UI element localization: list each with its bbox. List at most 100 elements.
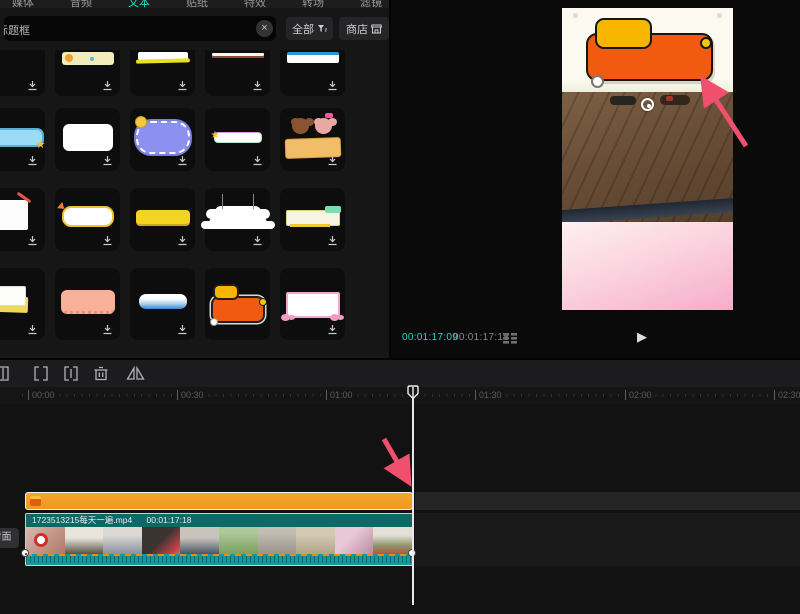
- cover-button[interactable]: 封面: [0, 528, 19, 548]
- search-clear-icon[interactable]: ×: [256, 20, 273, 37]
- search-input[interactable]: 标题框: [4, 16, 276, 41]
- trim-left-icon[interactable]: [32, 366, 50, 381]
- template-cell[interactable]: [205, 188, 270, 251]
- template-cell[interactable]: [205, 50, 270, 96]
- template-cell[interactable]: [280, 268, 345, 340]
- tab-filter[interactable]: 滤镜: [360, 0, 382, 8]
- download-icon[interactable]: [327, 235, 338, 246]
- tab-sticker[interactable]: 贴纸: [186, 0, 208, 8]
- download-icon[interactable]: [177, 235, 188, 246]
- trim-right-icon[interactable]: [62, 366, 80, 381]
- template-cell[interactable]: ★: [0, 108, 45, 171]
- template-cell[interactable]: [280, 108, 345, 171]
- tab-media[interactable]: 媒体: [12, 0, 34, 8]
- video-frame-ground-area: [562, 92, 733, 230]
- download-icon[interactable]: [252, 235, 263, 246]
- template-thumbnail: ★: [214, 132, 262, 143]
- filter-all-label: 全部: [292, 21, 314, 37]
- tab-effects[interactable]: 特效: [244, 0, 266, 8]
- template-cell[interactable]: [0, 268, 45, 340]
- timeline-area[interactable]: 1723513215每天一遍.mp4 00:01:17:18 封面: [0, 404, 800, 614]
- sticker-overlay-tab[interactable]: [595, 18, 652, 49]
- timecode-bar: 00:01:17:09 00:01:17:18 ▶: [391, 322, 800, 354]
- download-icon[interactable]: [252, 80, 263, 91]
- template-cell[interactable]: ★: [205, 108, 270, 171]
- download-icon[interactable]: [102, 155, 113, 166]
- timeline-ruler[interactable]: 00:00 00:30 01:00 01:30 02:00 02:30: [0, 387, 800, 404]
- current-time: 00:01:17:09: [402, 332, 458, 343]
- video-preview[interactable]: [562, 8, 733, 310]
- ruler-label: 01:30: [475, 390, 502, 400]
- ruler-label: 00:00: [28, 390, 55, 400]
- template-cell[interactable]: [280, 50, 345, 96]
- download-icon[interactable]: [102, 80, 113, 91]
- download-icon[interactable]: [327, 324, 338, 335]
- tab-transition[interactable]: 转场: [302, 0, 324, 8]
- download-icon[interactable]: [327, 155, 338, 166]
- playhead-line[interactable]: [412, 387, 414, 605]
- sticker-overlay-white-dot: [591, 75, 604, 88]
- tab-text[interactable]: 文本: [128, 0, 150, 8]
- preview-panel: 00:01:17:09 00:01:17:18 ▶: [391, 0, 800, 358]
- template-thumbnail: [286, 292, 340, 318]
- template-cell[interactable]: [280, 188, 345, 251]
- split-icon[interactable]: [0, 366, 12, 381]
- download-icon[interactable]: [102, 324, 113, 335]
- template-thumbnail: [212, 210, 264, 228]
- template-thumbnail: [212, 53, 264, 56]
- template-cell[interactable]: [130, 188, 195, 251]
- template-cell[interactable]: [55, 268, 120, 340]
- ruler-label: 00:30: [177, 390, 204, 400]
- store-label: 商店: [346, 21, 368, 37]
- download-icon[interactable]: [27, 155, 38, 166]
- download-icon[interactable]: [177, 155, 188, 166]
- template-thumbnail: [63, 124, 113, 151]
- funnel-icon: [317, 24, 327, 34]
- template-thumbnail: [0, 200, 28, 230]
- timeline-toolbar: [0, 360, 800, 387]
- template-cell[interactable]: [130, 268, 195, 340]
- template-thumbnail: [287, 52, 339, 63]
- template-cell-selected[interactable]: [205, 268, 270, 340]
- tab-audio[interactable]: 音频: [70, 0, 92, 8]
- clip-left-handle[interactable]: [21, 549, 29, 557]
- template-thumbnail: [285, 118, 341, 158]
- template-thumbnail: [136, 121, 190, 154]
- template-cell[interactable]: [55, 50, 120, 96]
- template-thumbnail: [0, 286, 28, 312]
- video-clip[interactable]: 1723513215每天一遍.mp4 00:01:17:18: [25, 513, 413, 566]
- template-cell[interactable]: [0, 50, 45, 96]
- template-cell[interactable]: [130, 108, 195, 171]
- sticker-overlay-yellow-dot: [700, 37, 712, 49]
- delete-icon[interactable]: [93, 366, 109, 381]
- download-icon[interactable]: [27, 235, 38, 246]
- store-button[interactable]: 商店: [339, 17, 389, 40]
- download-icon[interactable]: [102, 235, 113, 246]
- template-cell[interactable]: [55, 108, 120, 171]
- template-cell[interactable]: [0, 188, 45, 251]
- download-icon[interactable]: [327, 80, 338, 91]
- download-icon[interactable]: [27, 80, 38, 91]
- template-thumbnail: [138, 52, 188, 60]
- ruler-label: 02:00: [625, 390, 652, 400]
- template-cell[interactable]: [130, 50, 195, 96]
- template-thumbnail: [62, 52, 114, 65]
- template-library-panel: 标题框 × 全部 商店: [0, 8, 389, 358]
- frame-adjust-icon[interactable]: [503, 333, 519, 344]
- playhead-handle[interactable]: [407, 385, 419, 401]
- download-icon[interactable]: [177, 324, 188, 335]
- template-thumbnail: [286, 210, 340, 226]
- video-filename: 1723513215每天一遍.mp4: [32, 515, 132, 525]
- mirror-icon[interactable]: [126, 366, 145, 381]
- sticker-clip[interactable]: [25, 492, 413, 510]
- template-thumbnail: [61, 290, 115, 314]
- download-icon[interactable]: [177, 80, 188, 91]
- rotate-handle-icon[interactable]: [641, 98, 654, 111]
- filter-all-button[interactable]: 全部: [286, 17, 333, 40]
- template-cell[interactable]: [55, 188, 120, 251]
- download-icon[interactable]: [27, 324, 38, 335]
- play-button[interactable]: ▶: [637, 329, 647, 345]
- download-icon[interactable]: [252, 155, 263, 166]
- audio-waveform: [26, 554, 412, 566]
- template-thumbnail-orange-frame: [211, 284, 265, 324]
